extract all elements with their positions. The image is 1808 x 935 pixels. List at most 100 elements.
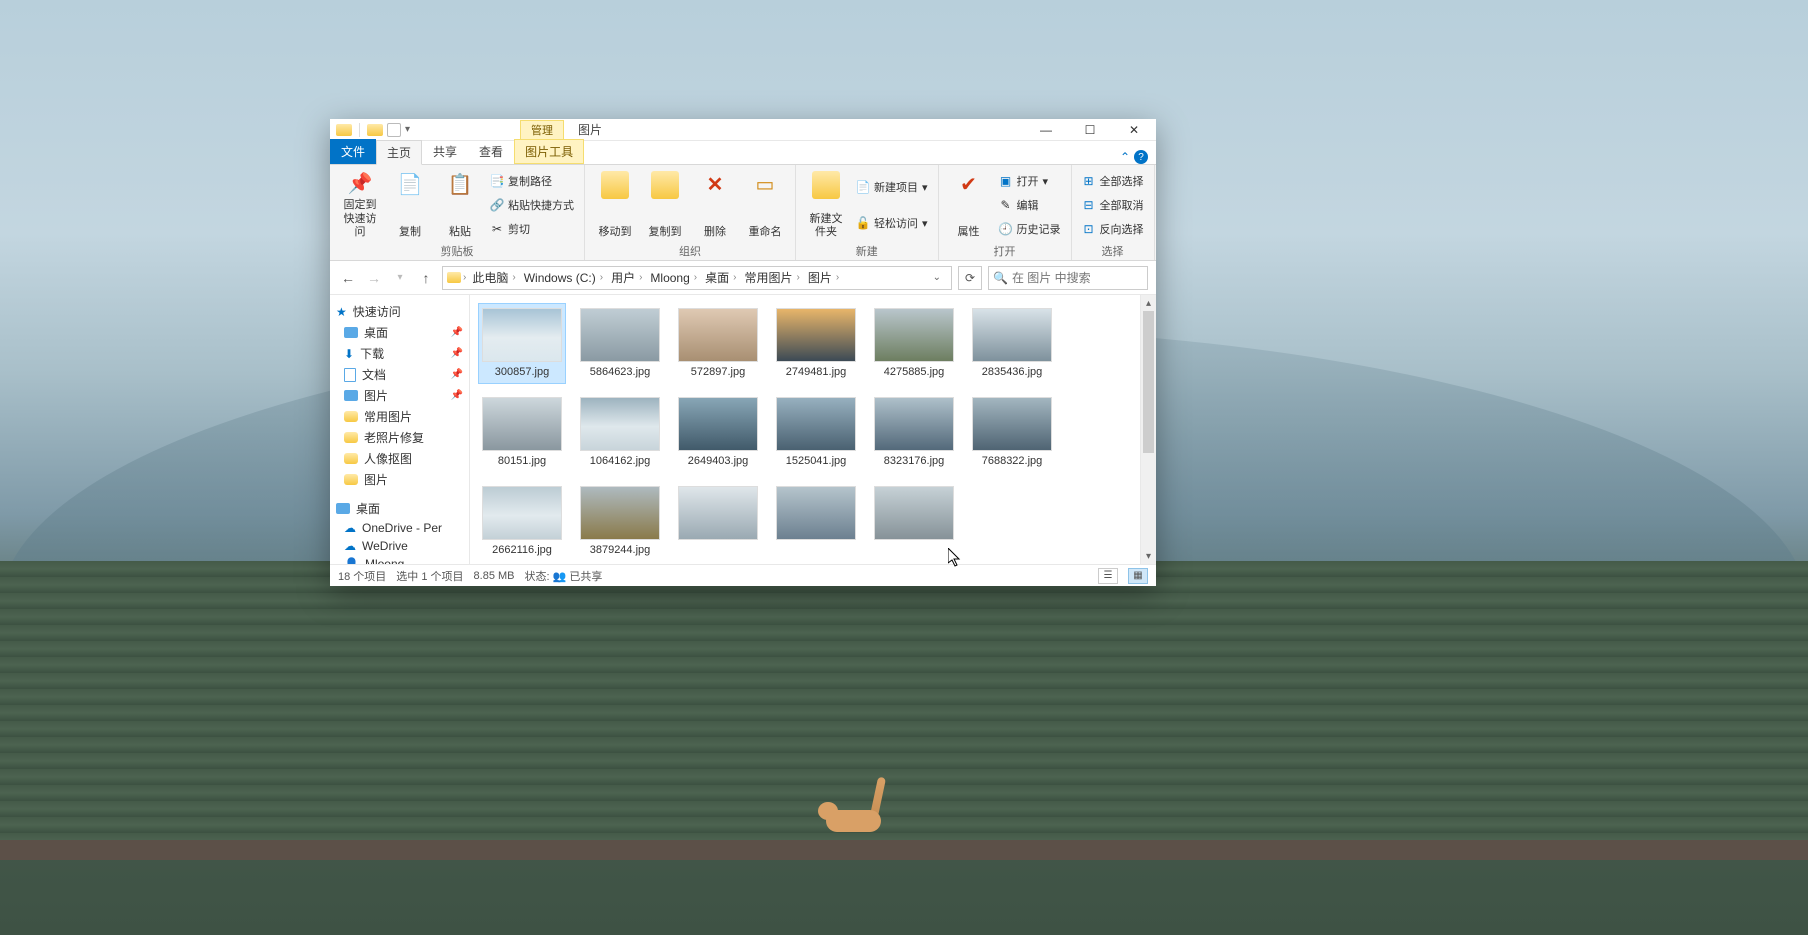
breadcrumb-segment[interactable]: 此电脑› xyxy=(468,269,519,286)
tab-picture-tools[interactable]: 图片工具 xyxy=(514,139,584,164)
paste-shortcut-button[interactable]: 🔗粘贴快捷方式 xyxy=(488,195,576,215)
sidebar-quick-access[interactable]: ★快速访问 xyxy=(330,301,469,322)
file-item[interactable]: 80151.jpg xyxy=(478,392,566,473)
file-thumbnail xyxy=(776,308,856,362)
cut-button[interactable]: ✂剪切 xyxy=(488,219,576,239)
search-box[interactable]: 🔍 xyxy=(988,266,1148,290)
file-thumbnail xyxy=(776,486,856,540)
sidebar-wedrive[interactable]: ☁WeDrive xyxy=(330,537,469,555)
breadcrumb-segment[interactable]: Windows (C:)› xyxy=(520,269,607,286)
select-all-button[interactable]: ⊞全部选择 xyxy=(1080,171,1146,191)
sidebar-onedrive[interactable]: ☁OneDrive - Per xyxy=(330,519,469,537)
sidebar-pictures[interactable]: 图片📌 xyxy=(330,385,469,406)
file-item[interactable] xyxy=(772,481,860,562)
forward-button[interactable]: → xyxy=(364,268,384,288)
file-thumbnail xyxy=(580,486,660,540)
recent-locations-button[interactable]: ▾ xyxy=(390,268,410,288)
breadcrumb-segment[interactable]: 桌面› xyxy=(701,269,740,286)
move-to-button[interactable]: 移动到 xyxy=(593,169,637,241)
file-item[interactable]: 1064162.jpg xyxy=(576,392,664,473)
file-item[interactable]: 2662116.jpg xyxy=(478,481,566,562)
back-button[interactable]: ← xyxy=(338,268,358,288)
breadcrumb-segment[interactable]: 用户› xyxy=(607,269,646,286)
status-selection: 选中 1 个项目 xyxy=(396,568,463,584)
edit-button[interactable]: ✎编辑 xyxy=(997,195,1063,215)
navigation-pane[interactable]: ★快速访问 桌面📌 ⬇下载📌 文档📌 图片📌 常用图片 老照片修复 人像抠图 图… xyxy=(330,295,470,564)
minimize-button[interactable]: — xyxy=(1024,119,1068,141)
window-title: 图片 xyxy=(578,121,602,138)
address-dropdown-icon[interactable]: ⌄ xyxy=(927,272,947,283)
tab-view[interactable]: 查看 xyxy=(468,139,514,164)
copy-to-button[interactable]: 复制到 xyxy=(643,169,687,241)
refresh-button[interactable]: ⟳ xyxy=(958,266,982,290)
scroll-up-button[interactable]: ▴ xyxy=(1141,295,1156,311)
breadcrumb-segment[interactable]: 常用图片› xyxy=(740,269,803,286)
file-name-label: 1064162.jpg xyxy=(590,455,651,468)
ribbon-tabs: 文件 主页 共享 查看 图片工具 ⌃ ? xyxy=(330,141,1156,165)
sidebar-mloong[interactable]: 👤Mloong xyxy=(330,555,469,564)
sidebar-common-pics[interactable]: 常用图片 xyxy=(330,406,469,427)
paste-button[interactable]: 📋粘贴 xyxy=(438,169,482,241)
easy-access-button[interactable]: 🔓轻松访问 ▾ xyxy=(854,213,930,233)
file-item[interactable]: 2649403.jpg xyxy=(674,392,762,473)
file-thumbnail xyxy=(678,397,758,451)
file-item[interactable]: 300857.jpg xyxy=(478,303,566,384)
tab-file[interactable]: 文件 xyxy=(330,139,376,164)
title-bar[interactable]: ▾ 管理 图片 — ☐ ✕ xyxy=(330,119,1156,141)
sidebar-downloads[interactable]: ⬇下载📌 xyxy=(330,343,469,364)
details-view-button[interactable]: ☰ xyxy=(1098,568,1118,584)
file-name-label: 3879244.jpg xyxy=(590,544,651,557)
rename-button[interactable]: ▭重命名 xyxy=(743,169,787,241)
copy-button[interactable]: 📄复制 xyxy=(388,169,432,241)
maximize-button[interactable]: ☐ xyxy=(1068,119,1112,141)
file-item[interactable]: 5864623.jpg xyxy=(576,303,664,384)
file-thumbnail xyxy=(972,308,1052,362)
address-bar[interactable]: › 此电脑›Windows (C:)›用户›Mloong›桌面›常用图片›图片›… xyxy=(442,266,952,290)
file-item[interactable]: 2749481.jpg xyxy=(772,303,860,384)
open-button[interactable]: ▣打开 ▾ xyxy=(997,171,1063,191)
sidebar-pictures2[interactable]: 图片 xyxy=(330,469,469,490)
breadcrumb-segment[interactable]: Mloong› xyxy=(646,269,701,286)
file-item[interactable]: 4275885.jpg xyxy=(870,303,958,384)
up-button[interactable]: ↑ xyxy=(416,268,436,288)
qat-open-icon[interactable] xyxy=(367,124,383,136)
vertical-scrollbar[interactable]: ▴ ▾ xyxy=(1140,295,1156,564)
file-item[interactable]: 3879244.jpg xyxy=(576,481,664,562)
help-icon[interactable]: ? xyxy=(1134,150,1148,164)
tab-home[interactable]: 主页 xyxy=(376,140,422,165)
file-item[interactable]: 1525041.jpg xyxy=(772,392,860,473)
sidebar-documents[interactable]: 文档📌 xyxy=(330,364,469,385)
qat-properties-icon[interactable] xyxy=(387,123,401,137)
file-item[interactable] xyxy=(870,481,958,562)
properties-button[interactable]: ✔属性 xyxy=(947,169,991,241)
new-folder-button[interactable]: 新建文件夹 xyxy=(804,169,848,241)
sidebar-desktop2[interactable]: 桌面 xyxy=(330,498,469,519)
breadcrumb-segment[interactable]: 图片› xyxy=(804,269,843,286)
invert-selection-button[interactable]: ⊡反向选择 xyxy=(1080,219,1146,239)
close-button[interactable]: ✕ xyxy=(1112,119,1156,141)
search-input[interactable] xyxy=(1012,271,1143,285)
file-item[interactable] xyxy=(674,481,762,562)
file-item[interactable]: 8323176.jpg xyxy=(870,392,958,473)
new-item-button[interactable]: 📄新建项目 ▾ xyxy=(854,177,930,197)
delete-button[interactable]: ✕删除 xyxy=(693,169,737,241)
scrollbar-thumb[interactable] xyxy=(1143,311,1154,453)
sidebar-old-photo-repair[interactable]: 老照片修复 xyxy=(330,427,469,448)
file-item[interactable]: 2835436.jpg xyxy=(968,303,1056,384)
file-item[interactable]: 572897.jpg xyxy=(674,303,762,384)
thumbnails-view-button[interactable]: ▦ xyxy=(1128,568,1148,584)
collapse-ribbon-icon[interactable]: ⌃ xyxy=(1120,150,1130,164)
file-list-view[interactable]: 300857.jpg5864623.jpg572897.jpg2749481.j… xyxy=(470,295,1140,564)
file-item[interactable]: 7688322.jpg xyxy=(968,392,1056,473)
sidebar-desktop[interactable]: 桌面📌 xyxy=(330,322,469,343)
history-button[interactable]: 🕘历史记录 xyxy=(997,219,1063,239)
tab-share[interactable]: 共享 xyxy=(422,139,468,164)
file-name-label: 8323176.jpg xyxy=(884,455,945,468)
scroll-down-button[interactable]: ▾ xyxy=(1141,548,1156,564)
file-thumbnail xyxy=(482,486,562,540)
select-none-button[interactable]: ⊟全部取消 xyxy=(1080,195,1146,215)
pin-to-quick-access-button[interactable]: 📌固定到快速访问 xyxy=(338,169,382,241)
copy-path-button[interactable]: 📑复制路径 xyxy=(488,171,576,191)
sidebar-portrait-matting[interactable]: 人像抠图 xyxy=(330,448,469,469)
file-name-label: 1525041.jpg xyxy=(786,455,847,468)
